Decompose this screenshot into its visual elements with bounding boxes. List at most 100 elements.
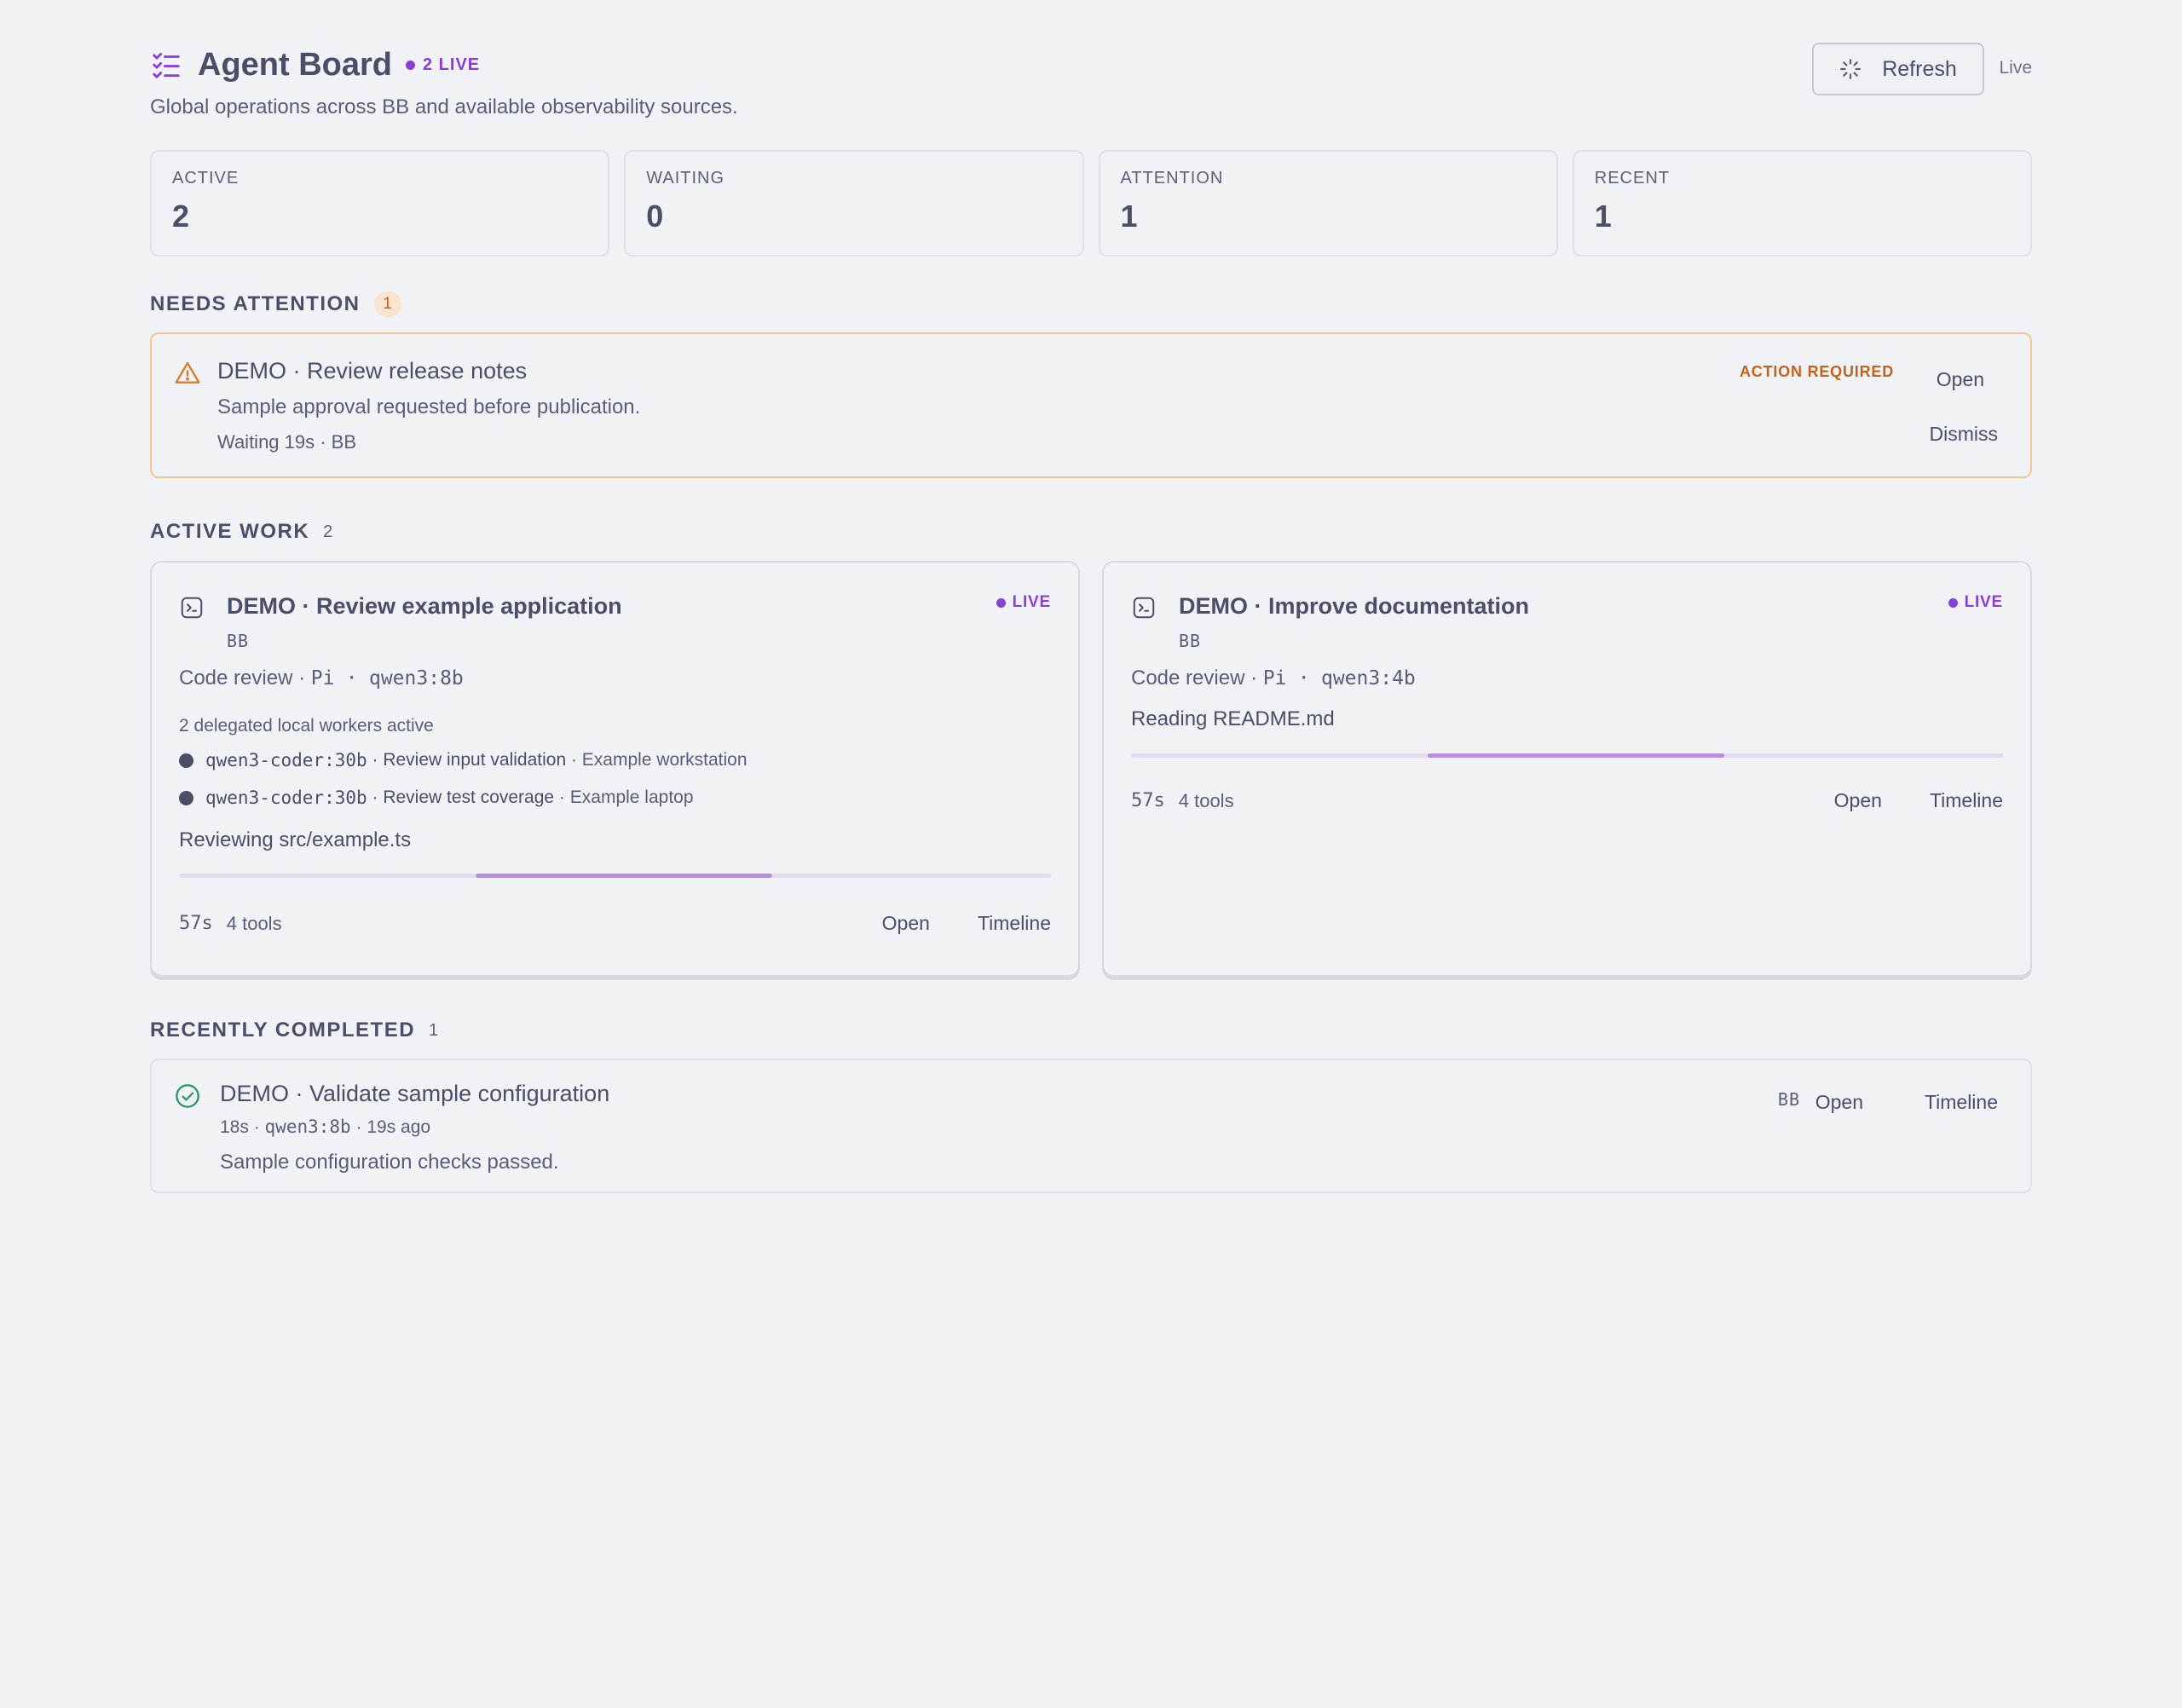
completed-open-button[interactable]: Open (1815, 1091, 1863, 1114)
card-footer: 57s 4 tools Open Timeline (1131, 789, 2003, 812)
completed-host: BB (1777, 1089, 1800, 1110)
work-kind: Code review (179, 666, 293, 690)
elapsed-time: 57s (179, 913, 213, 934)
stat-value: 2 (172, 199, 190, 234)
terminal-icon (181, 597, 203, 619)
section-title: ACTIVE WORK (150, 520, 310, 543)
progress-bar (179, 874, 1051, 878)
checklist-icon (153, 52, 180, 78)
stat-attention: ATTENTION 1 (1098, 150, 1558, 257)
model-name: qwen3:4b (1320, 667, 1416, 690)
live-dot-icon (996, 597, 1006, 608)
action-required-badge: ACTION REQUIRED (1739, 363, 1894, 380)
completed-duration: 18s (220, 1117, 249, 1137)
completed-timeline-button[interactable]: Timeline (1925, 1091, 1998, 1114)
spinner-icon (1840, 59, 1862, 79)
section-title: NEEDS ATTENTION (150, 292, 361, 315)
card-host: BB (1179, 631, 1202, 651)
attention-open-button[interactable]: Open (1937, 368, 1984, 391)
progress-fill (1427, 753, 1724, 758)
elapsed-time: 57s (1131, 790, 1165, 811)
needs-attention-heading: NEEDS ATTENTION 1 (150, 291, 401, 317)
tool-count: 4 tools (1178, 789, 1234, 811)
attention-count-badge: 1 (373, 291, 401, 317)
stat-recent: RECENT 1 (1572, 150, 2032, 257)
timeline-button[interactable]: Timeline (978, 912, 1051, 935)
worker-status-icon (179, 790, 193, 805)
worker-model: qwen3-coder:30b (205, 788, 367, 808)
timeline-button[interactable]: Timeline (1930, 789, 2003, 812)
page-header: Agent Board 2 LIVE Global operations acr… (150, 43, 2032, 128)
attention-meta: Waiting 19s · BB (217, 431, 357, 453)
active-work-card: DEMO · Improve documentation BB LIVE Cod… (1102, 561, 2032, 977)
active-work-heading: ACTIVE WORK 2 (150, 520, 332, 544)
active-work-card: DEMO · Review example application BB LIV… (150, 561, 1080, 977)
current-activity: Reviewing src/example.ts (179, 828, 412, 851)
completed-title: DEMO · Validate sample configuration (220, 1081, 610, 1106)
worker-machine: Example workstation (581, 750, 748, 770)
tool-count: 4 tools (226, 912, 282, 934)
card-subtitle: Code review · Pi · qwen3:8b (179, 666, 464, 690)
refresh-label: Refresh (1882, 56, 1957, 81)
live-badge-label: LIVE (1012, 593, 1051, 611)
model-name: qwen3:8b (368, 667, 464, 690)
live-dot-icon (406, 60, 415, 70)
completed-ago: 19s ago (367, 1117, 431, 1137)
worker-status-icon (179, 753, 193, 768)
open-button[interactable]: Open (882, 912, 930, 935)
completed-count: 1 (429, 1020, 439, 1040)
completed-meta: 18s · qwen3:8b · 19s ago (220, 1117, 431, 1137)
stat-label: ACTIVE (172, 169, 240, 188)
worker-task: Review input validation (383, 750, 567, 770)
recently-completed-heading: RECENTLY COMPLETED 1 (150, 1018, 438, 1042)
stat-value: 1 (1594, 199, 1612, 234)
live-dot-icon (1948, 597, 1958, 608)
work-kind: Code review (1131, 666, 1245, 690)
worker-row: qwen3-coder:30b · Review test coverage ·… (179, 788, 694, 808)
stat-label: WAITING (646, 169, 725, 188)
agent-name: Pi (1262, 667, 1287, 690)
worker-machine: Example laptop (569, 788, 694, 807)
separator: · (345, 667, 358, 690)
stats-row: ACTIVE 2 WAITING 0 ATTENTION 1 RECENT 1 (150, 150, 2032, 257)
workers-heading: 2 delegated local workers active (179, 716, 434, 736)
live-badge: LIVE (1948, 593, 2003, 612)
completed-item: DEMO · Validate sample configuration 18s… (150, 1059, 2032, 1193)
card-subtitle: Code review · Pi · qwen3:4b (1131, 666, 1416, 690)
completed-summary: Sample configuration checks passed. (220, 1151, 559, 1174)
agent-name: Pi (310, 667, 335, 690)
attention-description: Sample approval requested before publica… (217, 395, 641, 418)
attention-dismiss-button[interactable]: Dismiss (1930, 423, 1999, 446)
card-title: DEMO · Improve documentation (1179, 593, 1530, 619)
warning-icon (175, 361, 200, 384)
card-title: DEMO · Review example application (227, 593, 622, 619)
refresh-button[interactable]: Refresh (1812, 43, 1984, 95)
terminal-icon (1133, 597, 1155, 619)
separator: · (1297, 667, 1310, 690)
stat-value: 0 (646, 199, 664, 234)
stat-waiting: WAITING 0 (624, 150, 1084, 257)
current-activity: Reading README.md (1131, 707, 1335, 730)
live-status: Live (1999, 58, 2032, 78)
worker-task: Review test coverage (383, 788, 555, 807)
attention-title: DEMO · Review release notes (217, 358, 528, 384)
live-badge-label: LIVE (1964, 593, 2003, 611)
progress-bar (1131, 753, 2003, 758)
live-count-label: 2 LIVE (423, 55, 481, 74)
stat-value: 1 (1120, 199, 1138, 234)
card-footer: 57s 4 tools Open Timeline (179, 912, 1051, 935)
active-work-count: 2 (323, 522, 333, 541)
title-row: Agent Board 2 LIVE (150, 43, 480, 87)
open-button[interactable]: Open (1834, 789, 1882, 812)
page-subtitle: Global operations across BB and availabl… (150, 95, 738, 118)
attention-item: DEMO · Review release notes Sample appro… (150, 332, 2032, 478)
live-count-badge: 2 LIVE (406, 55, 480, 75)
live-badge: LIVE (996, 593, 1051, 612)
page-title: Agent Board (198, 46, 392, 83)
card-host: BB (227, 631, 250, 651)
section-title: RECENTLY COMPLETED (150, 1018, 416, 1042)
progress-fill (475, 874, 772, 878)
check-circle-icon (176, 1084, 199, 1108)
worker-model: qwen3-coder:30b (205, 750, 367, 770)
completed-model: qwen3:8b (264, 1117, 351, 1137)
